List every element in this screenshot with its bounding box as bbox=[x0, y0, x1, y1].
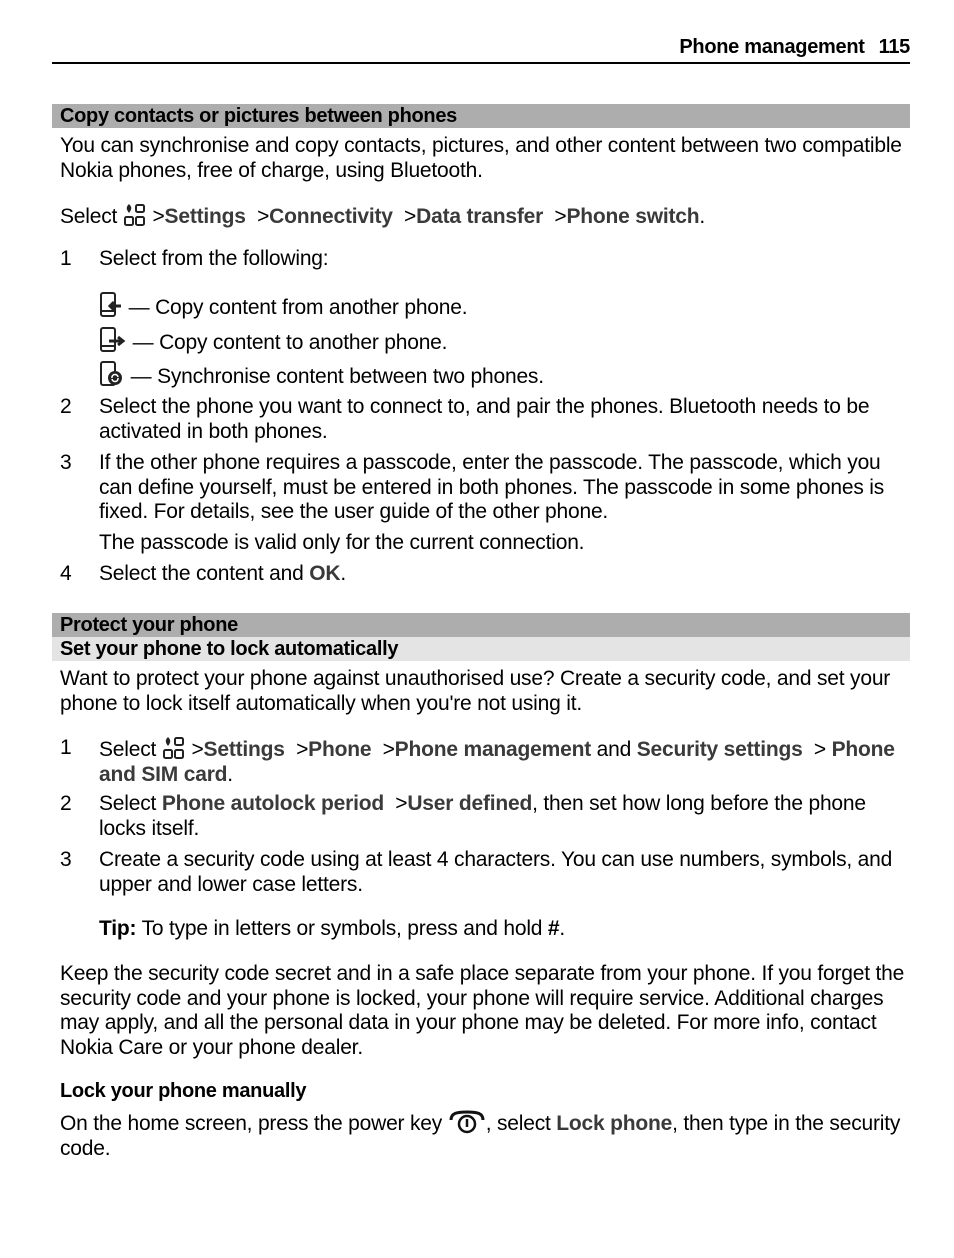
text-fragment: > bbox=[395, 792, 408, 815]
text-fragment: — Copy content to another phone. bbox=[132, 331, 448, 354]
text-fragment: > bbox=[191, 738, 204, 761]
text-fragment: The passcode is valid only for the curre… bbox=[99, 531, 585, 554]
intro-paragraph: You can synchronise and copy contacts, p… bbox=[60, 134, 902, 182]
text-fragment: and bbox=[596, 738, 632, 761]
step-2: 2 Select the phone you want to connect to… bbox=[60, 395, 910, 444]
security-warning: Keep the security code secret and in a s… bbox=[60, 962, 905, 1059]
text-fragment: . bbox=[227, 762, 233, 786]
text-fragment: 1 bbox=[60, 247, 72, 270]
text-fragment: 4 bbox=[60, 562, 72, 585]
text-fragment: Select bbox=[60, 205, 118, 228]
text-fragment: 3 bbox=[60, 451, 72, 474]
text-fragment: Select the phone you want to connect to,… bbox=[99, 395, 870, 443]
step-3: 3 If the other phone requires a passcode,… bbox=[60, 451, 910, 525]
text-fragment: 2 bbox=[60, 792, 72, 815]
text-fragment: Select the content and bbox=[99, 562, 310, 585]
ok-label: OK bbox=[309, 562, 341, 585]
menu-item-data-transfer: Data transfer bbox=[416, 205, 544, 228]
sync-phones-icon bbox=[100, 361, 122, 386]
manual-lock-heading: Lock your phone manually bbox=[60, 1080, 307, 1102]
tip-label: Tip: bbox=[99, 917, 137, 940]
subsection-heading-autolock: Set your phone to lock automatically bbox=[52, 637, 910, 661]
header-rule bbox=[52, 62, 910, 64]
text-fragment: On the home screen, press the power key bbox=[60, 1112, 448, 1135]
text-fragment: > bbox=[296, 738, 309, 761]
menu-item-user-defined: User defined bbox=[407, 792, 533, 815]
text-fragment: Create a security code using at least 4 … bbox=[99, 848, 893, 896]
text-fragment: 1 bbox=[60, 736, 72, 759]
menu-item-phone-switch: Phone switch bbox=[566, 205, 700, 228]
option-copy-from: — Copy content from another phone. bbox=[99, 292, 468, 320]
text-fragment: Select bbox=[99, 792, 157, 815]
lock-step-2: 2 Select Phone autolock period >User def… bbox=[60, 792, 910, 841]
section-heading-copy-contacts: Copy contacts or pictures between phones bbox=[52, 104, 910, 128]
text-fragment: Select from the following: bbox=[99, 247, 329, 270]
menu-grid-icon bbox=[162, 737, 184, 759]
running-header: Phone management 115 bbox=[679, 36, 910, 59]
tip: Tip: To type in letters or symbols, pres… bbox=[60, 917, 910, 942]
lock-phone-label: Lock phone bbox=[556, 1112, 673, 1135]
section-heading-protect: Protect your phone bbox=[52, 613, 910, 637]
text-fragment: > bbox=[813, 738, 826, 761]
menu-item-connectivity: Connectivity bbox=[269, 205, 393, 228]
menu-item-phone-management: Phone management bbox=[394, 738, 592, 761]
text-fragment: , select bbox=[485, 1112, 557, 1135]
text-fragment: 2 bbox=[60, 395, 72, 418]
option-copy-to: — Copy content to another phone. bbox=[99, 327, 447, 355]
text-fragment: . bbox=[699, 205, 706, 228]
text-fragment: > bbox=[404, 205, 417, 228]
step-4: 4 Select the content and OK. bbox=[60, 562, 910, 587]
text-fragment: > bbox=[257, 205, 270, 228]
hash-key: # bbox=[547, 917, 560, 940]
text-fragment: > bbox=[554, 205, 567, 228]
step-1: 1 Select from the following: bbox=[60, 247, 910, 272]
section-name: Phone management bbox=[679, 36, 865, 58]
menu-item-settings: Settings bbox=[203, 738, 285, 761]
text-fragment: 3 bbox=[60, 848, 72, 871]
text-fragment: . bbox=[559, 917, 566, 940]
text-fragment: To type in letters or symbols, press and… bbox=[136, 917, 548, 940]
manual-lock-text: On the home screen, press the power key … bbox=[60, 1110, 910, 1161]
power-key-icon bbox=[449, 1110, 485, 1134]
text-fragment: — Synchronise content between two phones… bbox=[130, 365, 544, 388]
menu-path: Select >Settings >Connectivity >Data tra… bbox=[60, 203, 910, 230]
step-3-note: The passcode is valid only for the curre… bbox=[60, 531, 910, 556]
text-fragment: If the other phone requires a passcode, … bbox=[99, 451, 885, 523]
menu-item-security-settings: Security settings bbox=[636, 738, 803, 761]
text-fragment: — Copy content from another phone. bbox=[128, 296, 468, 319]
menu-grid-icon bbox=[123, 204, 145, 226]
menu-item-settings: Settings bbox=[164, 205, 246, 228]
copy-from-phone-icon bbox=[100, 292, 121, 317]
text-fragment: Select bbox=[99, 738, 157, 761]
autolock-intro: Want to protect your phone against unaut… bbox=[60, 667, 891, 715]
text-fragment: > bbox=[152, 205, 165, 228]
option-sync: — Synchronise content between two phones… bbox=[99, 361, 544, 389]
menu-item-autolock-period: Phone autolock period bbox=[161, 792, 384, 815]
lock-step-3: 3 Create a security code using at least 4… bbox=[60, 848, 910, 897]
copy-to-phone-icon bbox=[100, 327, 126, 352]
lock-step-1: 1 Select >Settings >Phone >Phone managem… bbox=[60, 736, 910, 787]
menu-item-phone: Phone bbox=[308, 738, 372, 761]
text-fragment: . bbox=[340, 562, 346, 585]
text-fragment: > bbox=[382, 738, 395, 761]
page-number: 115 bbox=[878, 36, 911, 58]
